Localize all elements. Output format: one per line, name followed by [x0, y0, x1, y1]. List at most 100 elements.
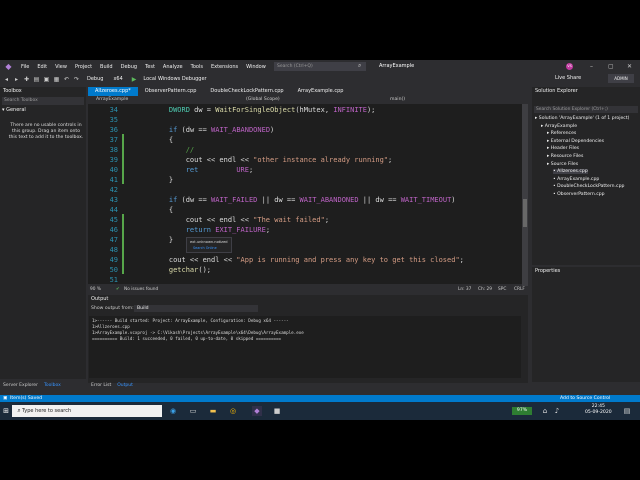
- close-icon[interactable]: ✕: [627, 60, 632, 73]
- search-icon[interactable]: ⌕: [358, 62, 361, 70]
- menu-item-edit[interactable]: Edit: [33, 64, 51, 70]
- notification-icon[interactable]: ▤: [622, 406, 632, 416]
- code-line[interactable]: //: [152, 146, 194, 154]
- platform-select[interactable]: x64: [110, 76, 125, 82]
- nav-project-select[interactable]: ArrayExample: [96, 96, 128, 104]
- menu-item-window[interactable]: Window: [242, 64, 270, 70]
- solution-tree-item[interactable]: ▸ External Dependencies: [547, 139, 604, 144]
- save-all-icon[interactable]: ▦: [53, 76, 60, 83]
- tab-observer-pattern[interactable]: ObserverPattern.cpp: [138, 87, 204, 96]
- code-token: ();: [198, 266, 212, 274]
- output-text[interactable]: 1>------ Build started: Project: ArrayEx…: [89, 316, 521, 378]
- solution-search-input[interactable]: Search Solution Explorer (Ctrl+;): [534, 106, 638, 113]
- menu-item-file[interactable]: File: [17, 64, 33, 70]
- solution-tree-item[interactable]: • DoubleCheckLockPattern.cpp: [553, 184, 624, 189]
- code-line[interactable]: if (dw == WAIT_FAILED || dw == WAIT_ABAN…: [152, 196, 456, 204]
- clock-date: 05-09-2020: [585, 410, 612, 415]
- save-icon[interactable]: ▣: [43, 76, 50, 83]
- code-line[interactable]: }: [152, 176, 173, 184]
- taskbar-clock[interactable]: 22:45 05-09-2020: [585, 404, 612, 416]
- undo-icon[interactable]: ↶: [63, 76, 70, 83]
- menu-item-build[interactable]: Build: [96, 64, 117, 70]
- menu-item-extensions[interactable]: Extensions: [207, 64, 242, 70]
- scrollbar-thumb[interactable]: [523, 199, 527, 227]
- char-indicator: Ch: 29: [478, 287, 493, 292]
- code-line[interactable]: {: [152, 206, 173, 214]
- toolbox-group-label: General: [6, 107, 26, 113]
- code-line[interactable]: ret URE;: [152, 166, 253, 174]
- tab-output[interactable]: Output: [114, 382, 136, 390]
- menu-item-view[interactable]: View: [51, 64, 71, 70]
- config-select[interactable]: Debug: [84, 76, 106, 82]
- nav-function-select[interactable]: main(): [390, 96, 405, 104]
- code-line[interactable]: }: [152, 236, 173, 244]
- visual-studio-icon[interactable]: ◆: [252, 406, 262, 416]
- code-line[interactable]: getchar();: [152, 266, 211, 274]
- taskbar-search-input[interactable]: Type here to search: [12, 405, 162, 417]
- tab-array-example[interactable]: ArrayExample.cpp: [291, 87, 351, 96]
- open-icon[interactable]: ▤: [33, 76, 40, 83]
- line-number: 47: [109, 236, 118, 244]
- tab-allzeroes[interactable]: Allzeroes.cpp*: [88, 87, 138, 96]
- play-icon[interactable]: ▶: [132, 76, 137, 83]
- solution-tree-item[interactable]: ▸ Source Files: [547, 162, 578, 167]
- solution-tree-item[interactable]: ▸ ArrayExample: [541, 124, 577, 129]
- task-view-icon[interactable]: ▭: [188, 406, 198, 416]
- volume-icon[interactable]: ♪: [552, 406, 562, 416]
- minimize-icon[interactable]: –: [590, 60, 593, 73]
- search-online-link[interactable]: Search Online: [193, 246, 217, 250]
- back-icon[interactable]: ◂: [3, 76, 10, 83]
- live-share-button[interactable]: Live Share: [555, 75, 581, 81]
- toolbox-search-input[interactable]: Search Toolbox: [2, 97, 84, 105]
- solution-tree-item[interactable]: ▸ Resource Files: [547, 154, 583, 159]
- editor-scrollbar[interactable]: [522, 104, 528, 286]
- solution-name: ArrayExample: [379, 63, 415, 69]
- menu-item-tools[interactable]: Tools: [187, 64, 207, 70]
- tab-double-check-lock[interactable]: DoubleCheckLockPattern.cpp: [203, 87, 290, 96]
- network-icon[interactable]: ⌂: [540, 406, 550, 416]
- edge-icon[interactable]: ◉: [168, 406, 178, 416]
- windows-start-icon[interactable]: ⊞: [1, 406, 11, 416]
- menu-item-test[interactable]: Test: [141, 64, 159, 70]
- menu-item-debug[interactable]: Debug: [117, 64, 141, 70]
- solution-tree-item[interactable]: • ArrayExample.cpp: [553, 177, 599, 182]
- new-project-icon[interactable]: ✚: [23, 76, 30, 83]
- issues-label[interactable]: No issues found: [124, 286, 158, 293]
- tree-item-label: Resource Files: [550, 154, 584, 159]
- code-line[interactable]: cout << endl << "The wait failed";: [152, 216, 329, 224]
- code-token: WAIT_ABANDONED: [299, 196, 359, 204]
- tab-error-list[interactable]: Error List: [88, 382, 114, 390]
- add-source-control-button[interactable]: Add to Source Control: [560, 395, 610, 402]
- terminal-icon[interactable]: ■: [272, 406, 282, 416]
- file-explorer-icon[interactable]: ▬: [208, 406, 218, 416]
- toolbox-group-general[interactable]: ▾ General: [2, 107, 84, 113]
- maximize-icon[interactable]: ▢: [608, 60, 614, 73]
- solution-tree-item[interactable]: • ObserverPattern.cpp: [553, 192, 605, 197]
- avatar[interactable]: VS: [566, 63, 573, 70]
- menu-item-project[interactable]: Project: [71, 64, 96, 70]
- chrome-icon[interactable]: ◎: [228, 406, 238, 416]
- solution-tree-item[interactable]: ▸ References: [547, 131, 576, 136]
- code-editor[interactable]: ext.unknown.notized Search Online 34 35 36…: [88, 104, 524, 284]
- line-number: 43: [109, 196, 118, 204]
- code-line[interactable]: return EXIT_FAILURE;: [152, 226, 270, 234]
- solution-tree-item[interactable]: • Allzeroes.cpp: [553, 169, 588, 175]
- tab-server-explorer[interactable]: Server Explorer: [0, 382, 41, 390]
- code-line[interactable]: DWORD dw = WaitForSingleObject(hMutex, I…: [152, 106, 376, 114]
- search-input[interactable]: Search (Ctrl+Q): [274, 62, 366, 71]
- code-line[interactable]: cout << endl << "App is running and pres…: [152, 256, 464, 264]
- menu-item-analyze[interactable]: Analyze: [159, 64, 187, 70]
- solution-tree-item[interactable]: ▸ Header Files: [547, 146, 579, 151]
- solution-tree-item[interactable]: ▸ Solution 'ArrayExample' (1 of 1 projec…: [535, 116, 629, 121]
- zoom-level[interactable]: 90 %: [90, 286, 101, 293]
- forward-icon[interactable]: ▸: [13, 76, 20, 83]
- code-line[interactable]: {: [152, 136, 173, 144]
- nav-scope-select[interactable]: (Global Scope): [246, 96, 280, 104]
- redo-icon[interactable]: ↷: [73, 76, 80, 83]
- code-line[interactable]: cout << endl << "other instance already …: [152, 156, 393, 164]
- run-debugger-button[interactable]: Local Windows Debugger: [140, 76, 209, 82]
- tab-toolbox[interactable]: Toolbox: [41, 382, 64, 390]
- output-source-select[interactable]: Build: [134, 305, 258, 312]
- code-line[interactable]: if (dw == WAIT_ABANDONED): [152, 126, 274, 134]
- code-token: "App is running and press any key to get…: [236, 256, 460, 264]
